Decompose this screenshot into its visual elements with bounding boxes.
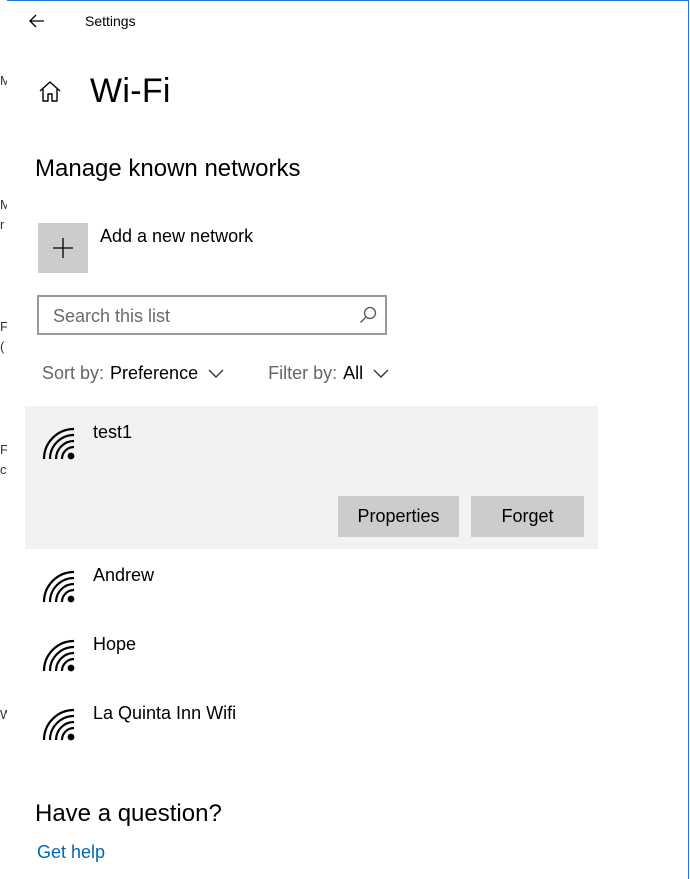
edge-letter: F: [0, 442, 8, 457]
plus-icon: [53, 238, 73, 258]
search-icon[interactable]: [359, 306, 377, 324]
edge-letter: W: [0, 708, 7, 721]
edge-letter: M: [0, 74, 7, 87]
network-name: Hope: [93, 634, 137, 654]
app-title: Settings: [85, 13, 136, 29]
home-icon: [39, 81, 61, 102]
add-network-button[interactable]: Add a new network: [38, 223, 253, 273]
title-bar: Settings: [7, 1, 688, 41]
filter-prefix: Filter by:: [268, 363, 338, 383]
wifi-icon: [42, 570, 75, 603]
wifi-icon: [42, 639, 75, 672]
add-network-label: Add a new network: [100, 226, 254, 246]
chevron-down-icon: [373, 369, 389, 378]
forget-button[interactable]: Forget: [471, 496, 584, 537]
chevron-down-icon: [208, 369, 224, 378]
network-item-selected[interactable]: test1 Properties Forget: [25, 406, 598, 549]
search-box: [37, 295, 387, 335]
properties-button[interactable]: Properties: [338, 496, 459, 537]
network-name: Andrew: [93, 565, 155, 585]
edge-letter: M: [0, 198, 7, 211]
back-arrow-icon: [29, 14, 44, 28]
network-actions: Properties Forget: [338, 496, 584, 537]
home-button[interactable]: [35, 76, 65, 106]
back-button[interactable]: [23, 8, 51, 34]
get-help-link[interactable]: Get help: [37, 842, 105, 863]
wifi-icon: [42, 427, 75, 460]
search-input[interactable]: [53, 305, 353, 327]
sort-value: Preference: [110, 363, 199, 383]
section-title: Manage known networks: [35, 155, 301, 182]
sort-dropdown[interactable]: Sort by: Preference: [42, 363, 224, 384]
network-item[interactable]: Hope: [25, 618, 598, 687]
filter-value: All: [343, 363, 364, 383]
edge-letter: (: [0, 339, 5, 354]
network-name: test1: [93, 422, 133, 442]
page-title: Wi-Fi: [90, 71, 171, 110]
sort-filter-row: Sort by: Preference Filter by: All: [42, 363, 389, 384]
edge-letter: r: [0, 217, 5, 232]
sort-prefix: Sort by:: [42, 363, 105, 383]
network-item[interactable]: La Quinta Inn Wifi: [25, 687, 598, 756]
filter-dropdown[interactable]: Filter by: All: [268, 363, 389, 384]
network-list: test1 Properties Forget Andrew Hope La Q…: [25, 406, 598, 756]
help-heading: Have a question?: [35, 800, 222, 827]
add-tile: [38, 223, 88, 273]
network-item[interactable]: Andrew: [25, 549, 598, 618]
wifi-icon: [42, 708, 75, 741]
page-header: Wi-Fi: [35, 69, 171, 113]
settings-window: Settings Wi-Fi Manage known networks Add…: [7, 0, 689, 879]
network-name: La Quinta Inn Wifi: [93, 703, 237, 723]
edge-letter: F: [0, 319, 8, 334]
edge-letter: c: [0, 462, 7, 477]
